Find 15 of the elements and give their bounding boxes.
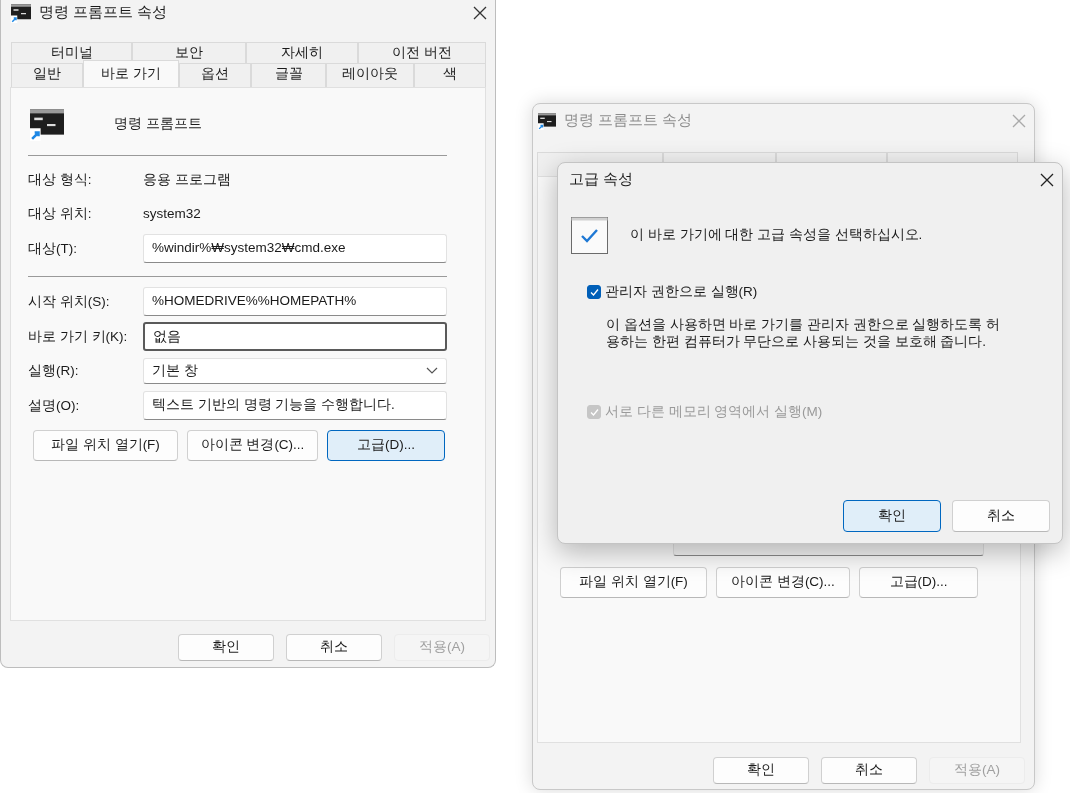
field-label: 설명(O):	[28, 396, 81, 415]
field-value: system32	[143, 205, 202, 223]
field-value: 응용 프로그램	[143, 171, 232, 189]
prompt-text: 이 바로 가기에 대한 고급 속성을 선택하십시오.	[630, 226, 923, 245]
shortcut-name: 명령 프롬프트	[114, 114, 202, 133]
field-label: 시작 위치(S):	[28, 292, 111, 311]
option-description: 이 옵션을 사용하면 바로 가기를 관리자 권한으로 실행하도록 허 용하는 한편 컴퓨터가 무단으로 사용되는 것을 보호해 줍니다.	[606, 316, 1001, 351]
window-title: 명령 프롬프트 속성	[564, 111, 693, 131]
field-label: 대상 위치:	[28, 205, 93, 223]
field-label: 대상 형식:	[28, 171, 93, 189]
field-label: 바로 가기 키(K):	[28, 327, 129, 346]
dialog-title: 고급 속성	[569, 170, 634, 190]
field-label: 대상(T):	[28, 239, 78, 258]
field-label: 실행(R):	[28, 362, 80, 380]
window-title: 명령 프롬프트 속성	[39, 3, 168, 23]
